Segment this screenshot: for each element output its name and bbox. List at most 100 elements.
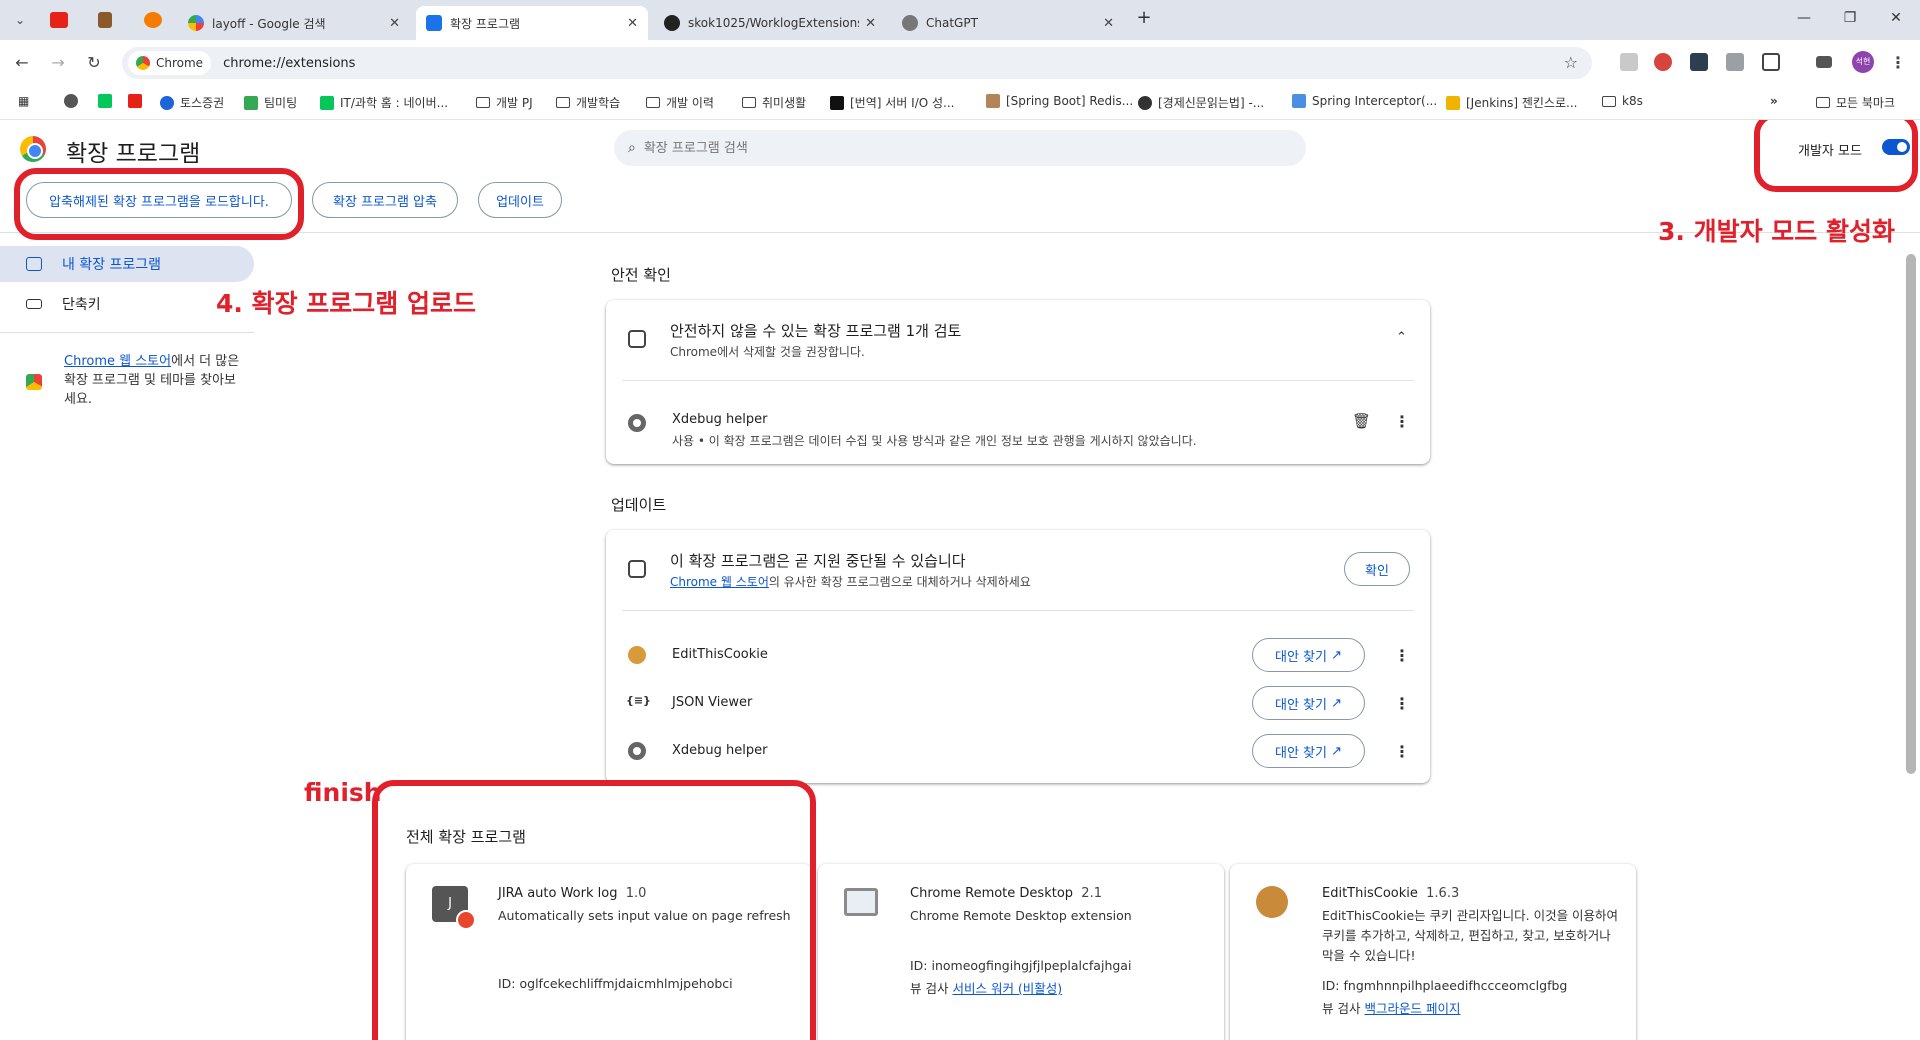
extension-icon-3[interactable]	[1690, 53, 1708, 71]
tab-extensions[interactable]: 확장 프로그램 ✕	[416, 6, 648, 40]
safety-item-desc: 사용 • 이 확장 프로그램은 데이터 수집 및 사용 방식과 같은 개인 정보…	[672, 434, 1197, 448]
bookmark-folder-k8s[interactable]: k8s	[1602, 94, 1643, 108]
close-icon[interactable]: ✕	[389, 16, 400, 31]
bookmark-economy[interactable]: [경제신문읽는법] -...	[1138, 94, 1264, 111]
update-item-name: EditThisCookie	[672, 647, 768, 662]
tab-title: skok1025/WorklogExtensions	[688, 16, 860, 30]
profile-avatar[interactable]: 석현	[1852, 51, 1874, 73]
bookmarks-bar: ▦ 토스증권 팀미팅 IT/과학 홈 : 네이버... 개발 PJ 개발학습 개…	[0, 86, 1920, 120]
new-tab-plus-icon[interactable]: +	[1134, 7, 1154, 28]
youtube-pinned-icon[interactable]	[50, 12, 68, 28]
tab-strip: ⌄ layoff - Google 검색 ✕ 확장 프로그램 ✕ skok102…	[0, 0, 1920, 40]
menu-kebab-icon[interactable]: ⋮	[1886, 51, 1910, 75]
background-page-link[interactable]: 백그라운드 페이지	[1364, 1001, 1460, 1016]
more-bookmarks-chevron-icon[interactable]: »	[1770, 94, 1778, 108]
more-options-icon[interactable]: ⋮	[1394, 742, 1410, 761]
media-control-icon[interactable]	[1816, 56, 1832, 68]
sidebar-divider	[0, 332, 254, 333]
bookmark-folder-hobby[interactable]: 취미생활	[742, 94, 806, 111]
update-item-name: Xdebug helper	[672, 743, 768, 758]
more-options-icon[interactable]: ⋮	[1394, 694, 1410, 713]
extension-icon-1[interactable]	[1620, 53, 1638, 71]
extension-icon-4[interactable]	[1726, 53, 1744, 71]
find-alternative-button[interactable]: 대안 찾기 ↗	[1252, 686, 1365, 720]
web-store-promo: Chrome 웹 스토어에서 더 많은 확장 프로그램 및 테마를 찾아보세요.	[64, 352, 244, 409]
sidebar-item-shortcuts[interactable]: 단축키	[26, 294, 101, 314]
bookmark-folder-dev-history[interactable]: 개발 이력	[646, 94, 714, 111]
extension-desc: EditThisCookie는 쿠키 관리자입니다. 이것을 이용하여 쿠키를 …	[1322, 908, 1619, 963]
more-options-icon[interactable]: ⋮	[1394, 646, 1410, 665]
bookmark-jenkins[interactable]: [Jenkins] 젠킨스로...	[1446, 94, 1577, 111]
annotation-step3: 3. 개발자 모드 활성화	[1658, 217, 1896, 246]
extension-card-remote-desktop: Chrome Remote Desktop 2.1 Chrome Remote …	[818, 864, 1224, 1040]
reload-icon[interactable]: ↻	[82, 51, 106, 75]
bookmark-spring-redis[interactable]: [Spring Boot] Redis...	[986, 94, 1133, 108]
extension-desc: Chrome Remote Desktop extension	[910, 908, 1132, 923]
json-braces-icon: {≡}	[626, 694, 651, 707]
search-input[interactable]	[643, 140, 1244, 156]
close-icon[interactable]: ✕	[1103, 16, 1114, 31]
more-options-icon[interactable]: ⋮	[1394, 412, 1410, 431]
service-worker-link[interactable]: 서비스 워커 (비활성)	[952, 981, 1062, 996]
bookmark-chatgpt-icon[interactable]	[64, 94, 84, 108]
button-label: 대안 찾기	[1274, 649, 1327, 665]
safety-section-title: 안전 확인	[611, 266, 671, 284]
tab-github[interactable]: skok1025/WorklogExtensions ✕	[654, 6, 886, 40]
safety-card: 안전하지 않을 수 있는 확장 프로그램 1개 검토 Chrome에서 삭제할 …	[606, 300, 1430, 464]
extension-search-bar[interactable]: ⌕	[614, 130, 1306, 166]
updates-subtitle-text: 의 유사한 확장 프로그램으로 대체하거나 삭제하세요	[768, 575, 1031, 589]
sidebar-item-my-extensions[interactable]: 내 확장 프로그램	[26, 254, 161, 274]
bookmark-youtube-icon[interactable]	[128, 94, 148, 108]
bookmark-naver-icon[interactable]	[98, 94, 118, 108]
url-text[interactable]: chrome://extensions	[223, 56, 355, 71]
bookmark-folder-dev-study[interactable]: 개발학습	[556, 94, 620, 111]
trash-icon[interactable]: 🗑	[1352, 412, 1371, 430]
close-icon[interactable]: ✕	[865, 16, 876, 31]
web-store-link[interactable]: Chrome 웹 스토어	[670, 575, 769, 589]
find-alternative-button[interactable]: 대안 찾기 ↗	[1252, 638, 1365, 672]
card-divider	[622, 610, 1414, 611]
google-icon	[188, 15, 204, 31]
web-store-link[interactable]: Chrome 웹 스토어	[64, 354, 171, 369]
xdebug-gear-icon	[628, 742, 646, 760]
safety-card-subtitle: Chrome에서 삭제할 것을 권장합니다.	[670, 345, 865, 359]
github-icon	[664, 15, 680, 31]
minimize-icon[interactable]: —	[1794, 10, 1814, 26]
pack-extension-button[interactable]: 확장 프로그램 압축	[312, 182, 458, 218]
site-chip[interactable]: Chrome	[128, 51, 212, 75]
scrollbar-thumb[interactable]	[1906, 254, 1916, 774]
toolbar: ← → ↻ Chrome chrome://extensions ☆ 석현 ⋮	[0, 40, 1920, 86]
bookmark-star-icon[interactable]: ☆	[1564, 53, 1578, 72]
tab-google-search[interactable]: layoff - Google 검색 ✕	[178, 6, 410, 40]
extension-icon-2[interactable]	[1654, 53, 1672, 71]
close-icon[interactable]: ✕	[627, 16, 638, 31]
bookmark-folder-all[interactable]: 모든 북마크	[1816, 94, 1895, 111]
tab-search-icon[interactable]: ⌄	[8, 8, 32, 32]
bookmark-team-meeting[interactable]: 팀미팅	[244, 94, 297, 111]
pinned-tab-icon[interactable]	[98, 12, 112, 28]
tab-chatgpt[interactable]: ChatGPT ✕	[892, 6, 1124, 40]
annotation-box-installed	[372, 780, 816, 1040]
confirm-button[interactable]: 확인	[1344, 552, 1410, 586]
back-icon[interactable]: ←	[10, 51, 34, 75]
bookmark-toss[interactable]: 토스증권	[160, 94, 224, 111]
find-alternative-button[interactable]: 대안 찾기 ↗	[1252, 734, 1365, 768]
annotation-box-dev-mode	[1754, 120, 1918, 192]
button-label: 대안 찾기	[1274, 745, 1327, 761]
restore-icon[interactable]: ❐	[1840, 10, 1860, 26]
forward-icon[interactable]: →	[46, 51, 70, 75]
bookmark-spring-interceptor[interactable]: Spring Interceptor(...	[1292, 94, 1437, 108]
remote-desktop-icon	[844, 888, 878, 916]
bookmark-folder-dev-pj[interactable]: 개발 PJ	[476, 94, 533, 111]
update-button[interactable]: 업데이트	[478, 182, 562, 218]
extensions-puzzle-icon[interactable]	[1762, 53, 1780, 71]
pinned-tab-icon-2[interactable]	[144, 12, 162, 28]
updates-card-subtitle: Chrome 웹 스토어의 유사한 확장 프로그램으로 대체하거나 삭제하세요	[670, 573, 1031, 590]
apps-grid-icon[interactable]: ▦	[18, 94, 29, 108]
bookmark-server-io[interactable]: [번역] 서버 I/O 성...	[830, 94, 954, 111]
bookmark-naver-it[interactable]: IT/과학 홈 : 네이버...	[320, 94, 448, 111]
address-bar[interactable]: Chrome chrome://extensions ☆	[122, 47, 1592, 79]
extension-id: ID: fngmhnnpilhplaeedifhccceomclgfbg	[1322, 978, 1568, 993]
collapse-chevron-icon[interactable]: ⌃	[1396, 330, 1407, 345]
window-close-icon[interactable]: ✕	[1886, 10, 1906, 26]
